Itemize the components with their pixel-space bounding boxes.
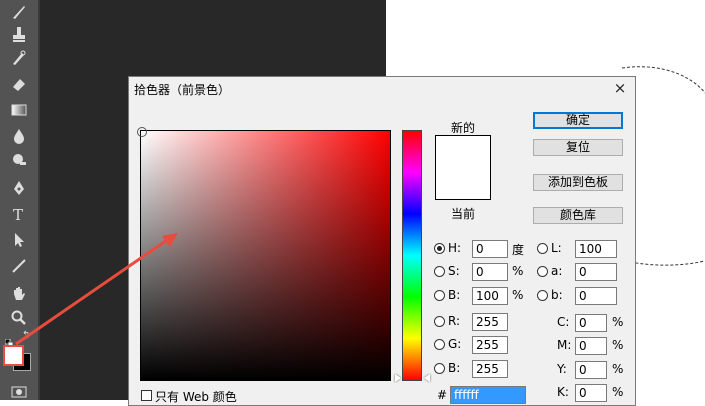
a-channel-radio[interactable]: [537, 266, 548, 277]
current-color-label: 当前: [451, 207, 476, 221]
dodge-icon[interactable]: [7, 150, 31, 170]
ok-button[interactable]: 确定: [533, 112, 623, 129]
green-input[interactable]: 255: [472, 336, 508, 354]
type-icon[interactable]: T: [7, 204, 31, 224]
magenta-unit: %: [612, 338, 624, 352]
lightness-radio[interactable]: [537, 243, 548, 254]
hand-icon[interactable]: [7, 284, 31, 304]
green-radio[interactable]: [434, 339, 445, 350]
red-radio[interactable]: [434, 316, 445, 327]
brightness-input[interactable]: 100: [472, 287, 508, 305]
dialog-title: 拾色器（前景色）: [134, 83, 231, 97]
a-channel-label: a:: [551, 264, 563, 278]
saturation-input[interactable]: 0: [472, 263, 508, 281]
hue-radio[interactable]: [434, 243, 445, 254]
red-label: R:: [448, 314, 461, 328]
web-colors-only-label: 只有 Web 颜色: [155, 390, 237, 404]
brush-icon[interactable]: [7, 2, 31, 22]
cyan-input[interactable]: 0: [575, 314, 607, 332]
b-channel-radio[interactable]: [537, 290, 548, 301]
lightness-label: L:: [551, 241, 562, 255]
green-label: G:: [448, 337, 462, 351]
b-channel-label: b:: [551, 288, 563, 302]
magenta-label: M:: [557, 338, 572, 352]
hue-label: H:: [448, 241, 462, 255]
black-unit: %: [612, 385, 624, 399]
b-channel-input[interactable]: 0: [575, 287, 617, 305]
blue-label: B:: [448, 361, 461, 375]
saturation-label: S:: [448, 264, 460, 278]
hue-unit: 度: [512, 243, 525, 257]
brightness-unit: %: [512, 288, 524, 302]
color-field-marker[interactable]: [137, 127, 147, 137]
history-brush-icon[interactable]: [7, 48, 31, 68]
eraser-icon[interactable]: [7, 74, 31, 94]
new-color-label: 新的: [451, 121, 476, 135]
default-colors-icon[interactable]: [4, 332, 14, 348]
add-to-swatches-button[interactable]: 添加到色板: [533, 174, 623, 191]
foreground-color-swatch[interactable]: [3, 345, 24, 366]
hue-slider[interactable]: [402, 130, 422, 381]
black-label: K:: [557, 385, 569, 399]
reset-button[interactable]: 复位: [533, 139, 623, 156]
lightness-input[interactable]: 100: [575, 240, 617, 258]
hue-input[interactable]: 0: [472, 240, 508, 258]
close-icon[interactable]: ×: [611, 79, 629, 97]
blur-icon[interactable]: [7, 126, 31, 146]
hex-input[interactable]: ffffff: [450, 386, 526, 404]
brightness-label: B:: [448, 288, 461, 302]
pen-icon[interactable]: [7, 178, 31, 198]
color-libraries-button[interactable]: 颜色库: [533, 207, 623, 224]
path-select-icon[interactable]: [7, 230, 31, 250]
new-color-swatch: [435, 135, 491, 200]
web-colors-only-checkbox[interactable]: [141, 390, 152, 401]
hue-slider-handle-left[interactable]: [395, 374, 401, 382]
tools-panel: T ↰: [0, 0, 38, 400]
black-input[interactable]: 0: [575, 384, 607, 402]
cyan-unit: %: [612, 315, 624, 329]
blue-input[interactable]: 255: [472, 360, 508, 378]
red-input[interactable]: 255: [472, 313, 508, 331]
yellow-input[interactable]: 0: [575, 361, 607, 379]
gradient-icon[interactable]: [7, 100, 31, 120]
svg-text:T: T: [13, 206, 23, 223]
line-icon[interactable]: [7, 256, 31, 276]
cyan-label: C:: [557, 315, 570, 329]
a-channel-input[interactable]: 0: [575, 263, 617, 281]
quick-mask-icon[interactable]: [7, 382, 31, 402]
saturation-radio[interactable]: [434, 266, 445, 277]
blue-radio[interactable]: [434, 363, 445, 374]
zoom-icon[interactable]: [7, 308, 31, 328]
yellow-unit: %: [612, 362, 624, 376]
color-field[interactable]: [137, 127, 391, 381]
color-picker-dialog: 拾色器（前景色） × 新的 当前 确定 复位 添加到色板 颜色库 H: 0 度 …: [128, 76, 636, 406]
swap-colors-icon[interactable]: ↰: [22, 331, 32, 341]
stamp-icon[interactable]: [7, 24, 31, 44]
magenta-input[interactable]: 0: [575, 337, 607, 355]
yellow-label: Y:: [557, 362, 567, 376]
brightness-radio[interactable]: [434, 290, 445, 301]
saturation-unit: %: [512, 264, 524, 278]
hue-slider-handle-right[interactable]: [424, 374, 430, 382]
